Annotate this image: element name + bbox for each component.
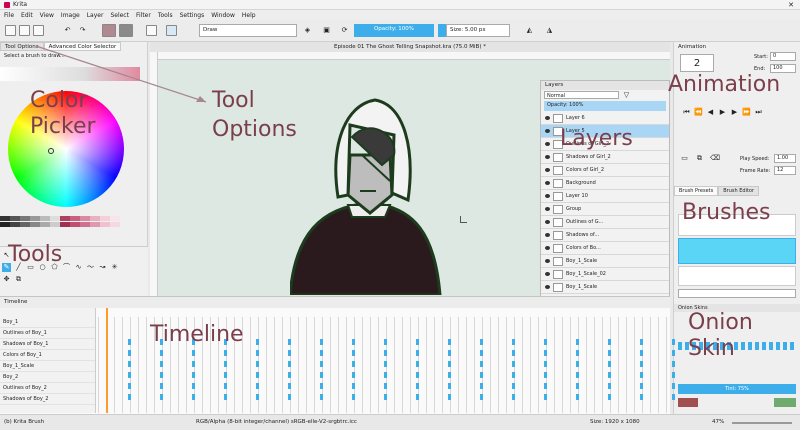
annotation-onion-skin: Onion Skin bbox=[688, 310, 753, 361]
annotation-animation: Animation bbox=[668, 72, 781, 97]
annotation-tool-options: Tool Options bbox=[212, 88, 297, 142]
annotation-arrow bbox=[35, 45, 207, 103]
annotation-layers: Layers bbox=[560, 126, 633, 151]
annotation-timeline: Timeline bbox=[150, 322, 244, 347]
annotation-tools: Tools bbox=[8, 242, 63, 267]
annotation-color-picker: Color Picker bbox=[30, 88, 96, 139]
annotation-brushes: Brushes bbox=[682, 200, 771, 225]
